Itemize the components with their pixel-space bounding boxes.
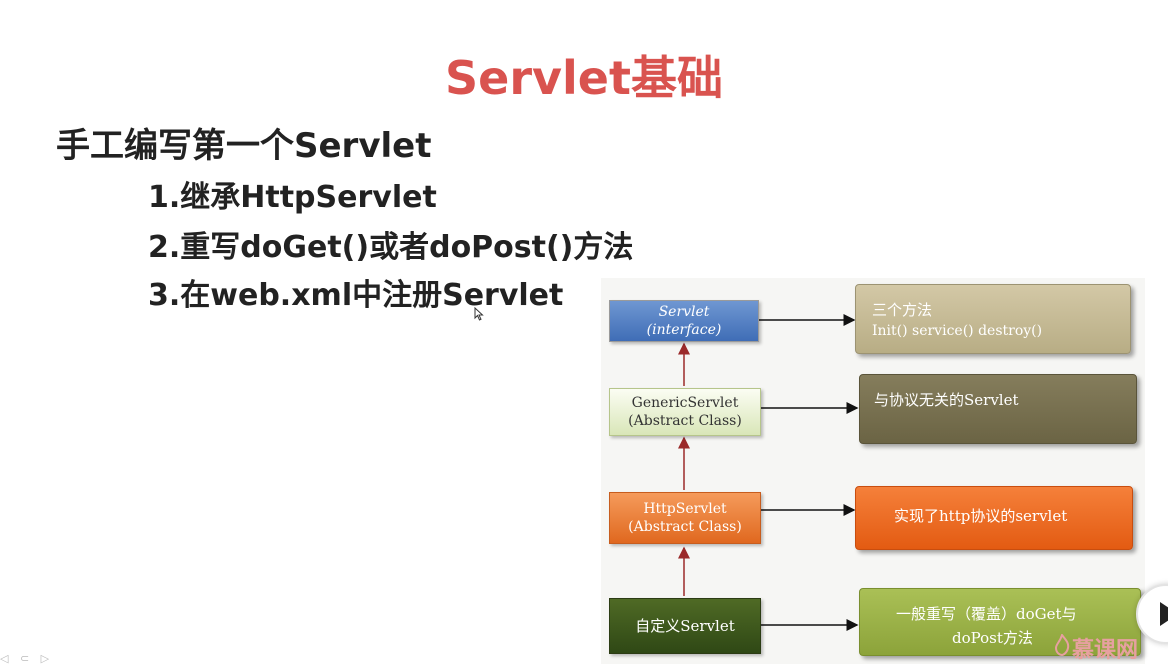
node-label: Servlet [658,304,710,320]
note-line: 一般重写（覆盖）doGet与 [896,605,1077,623]
note-line: doPost方法 [952,629,1033,647]
play-icon [1160,602,1168,626]
note-line: 三个方法 [872,301,933,319]
slide-heading: 手工编写第一个Servlet [56,126,432,166]
note-line: Init() service() destroy() [872,323,1043,339]
slide-toolbar-icons[interactable]: ◁ ⊂ ▷ [0,652,53,665]
node-label: GenericServlet [631,395,739,411]
servlet-hierarchy-diagram: Servlet (interface) GenericServlet (Abst… [601,278,1145,664]
note-http-implementation: 实现了http协议的servlet [855,486,1133,550]
node-generic-servlet: GenericServlet (Abstract Class) [609,388,761,436]
node-http-servlet: HttpServlet (Abstract Class) [609,492,761,544]
node-sublabel: (Abstract Class) [628,413,742,429]
node-label: HttpServlet [643,501,727,517]
note-line: 与协议无关的Servlet [874,391,1019,409]
slide-title: Servlet基础 [445,51,723,105]
step-2: 2.重写doGet()或者doPost()方法 [148,230,634,265]
watermark-text: 慕课网 [1072,638,1139,663]
node-sublabel: (Abstract Class) [628,519,742,535]
mouse-cursor-icon [474,307,484,321]
note-line: 实现了http协议的servlet [894,507,1068,525]
note-three-methods: 三个方法 Init() service() destroy() [855,284,1131,354]
step-1: 1.继承HttpServlet [148,180,437,215]
note-protocol-independent: 与协议无关的Servlet [859,374,1137,444]
node-label: 自定义Servlet [635,617,735,635]
node-sublabel: (interface) [646,322,722,338]
node-servlet-interface: Servlet (interface) [609,300,759,342]
step-3: 3.在web.xml中注册Servlet [148,278,564,313]
node-custom-servlet: 自定义Servlet [609,598,761,654]
imooc-logo-icon [1054,634,1070,656]
